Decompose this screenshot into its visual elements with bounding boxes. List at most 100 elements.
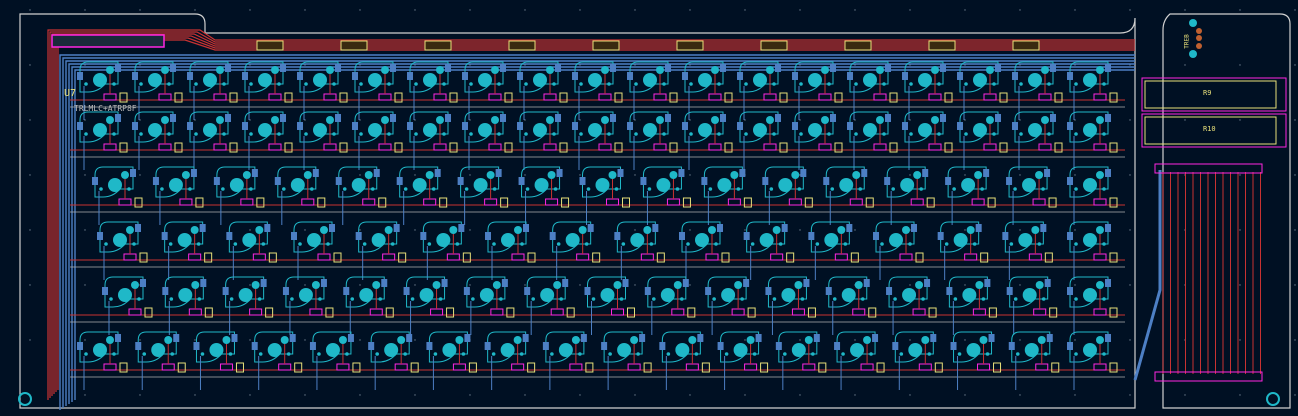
grid-dot (359, 9, 361, 11)
switch-peg-hole (559, 297, 563, 301)
diode-pad (804, 197, 813, 208)
key-switch (242, 111, 293, 170)
diode (128, 308, 142, 316)
switch-pad (213, 177, 220, 185)
diode (543, 143, 557, 151)
mcu-footprint[interactable] (51, 34, 165, 48)
switch-pin-hole (181, 171, 190, 179)
switch-pin-hole (546, 116, 554, 124)
switch-center-hole (824, 233, 839, 247)
switch-pad (555, 64, 561, 72)
diode-pad (177, 362, 186, 373)
switch-pin-hole (730, 171, 739, 179)
switch-peg-hole (799, 82, 803, 86)
diode-pad (682, 197, 691, 208)
top-connector-footprint (760, 40, 788, 51)
grid-dot (139, 119, 141, 121)
grid-dot (304, 339, 306, 341)
switch-pad (407, 72, 413, 80)
key-switch (463, 276, 515, 335)
switch-pad (352, 72, 358, 80)
diode-pad (449, 92, 458, 103)
switch-pin-hole (613, 281, 622, 289)
switch-peg-hole (345, 352, 349, 356)
switch-pad (495, 169, 502, 177)
grid-dot (964, 394, 966, 396)
switch-peg-hole (750, 242, 755, 246)
grid-dot (359, 229, 361, 231)
switch-center-hole (479, 288, 494, 302)
switch-pin-hole (436, 66, 444, 74)
switch-peg-hole (799, 132, 803, 136)
grid-dot (579, 9, 581, 11)
switch-pad (280, 64, 286, 72)
key-switch (743, 221, 795, 280)
grid-dot (744, 9, 746, 11)
key-switch (737, 111, 788, 170)
top-connector-footprint (592, 40, 620, 51)
grid-dot (854, 9, 856, 11)
switch-peg-hole (249, 82, 253, 86)
switch-pad (457, 177, 464, 185)
diode (488, 143, 502, 151)
switch-peg-hole (492, 187, 497, 191)
ribbon-connector[interactable] (1154, 163, 1263, 174)
diode-pad (687, 307, 696, 318)
key-switch (847, 111, 898, 170)
grid-dot (744, 394, 746, 396)
switch-pin-hole (449, 226, 458, 234)
switch-peg-hole (261, 242, 266, 246)
grid-dot (1019, 284, 1021, 286)
diode (118, 198, 132, 206)
front-bus-trace (53, 35, 1135, 394)
key-switch (1002, 221, 1053, 280)
diode (268, 143, 282, 151)
switch-pad (517, 72, 523, 80)
switch-pin-hole (271, 66, 279, 74)
header-pin (1196, 28, 1202, 34)
pcb-canvas[interactable] (0, 0, 1298, 416)
switch-center-hole (588, 123, 602, 137)
switch-pin-hole (863, 336, 872, 344)
switch-peg-hole (410, 297, 415, 301)
header-pin (1196, 43, 1202, 49)
grid-dot (634, 394, 636, 396)
switch-pad (937, 232, 944, 240)
switch-pad (659, 342, 666, 350)
switch-pad (225, 64, 231, 72)
diode-pad (850, 252, 859, 263)
grid-dot (304, 229, 306, 231)
diode (188, 253, 202, 261)
switch-center-hole (558, 343, 573, 357)
key-switch (601, 331, 652, 390)
switch-pad (610, 64, 616, 72)
diode (394, 363, 408, 371)
key-switch (902, 111, 953, 170)
switch-center-hole (368, 73, 382, 87)
switch-peg-hole (636, 352, 640, 356)
switch-peg-hole (84, 352, 88, 356)
switch-pin-hole (766, 66, 774, 74)
switch-peg-hole (378, 297, 383, 301)
switch-pin-hole (1096, 66, 1104, 74)
switch-pad (434, 169, 441, 177)
switch-peg-hole (797, 187, 802, 191)
key-switch (1067, 331, 1118, 390)
switch-center-hole (168, 178, 183, 192)
switch-peg-hole (497, 82, 501, 86)
key-switch (518, 166, 570, 225)
switch-pad (381, 279, 388, 287)
diode-pad (504, 142, 513, 153)
grid-dot (1294, 339, 1296, 341)
diode (873, 93, 887, 101)
diode-pad (1044, 252, 1053, 263)
switch-pin-hole (966, 226, 975, 234)
diode-pad (174, 142, 183, 153)
switch-pad (924, 279, 931, 287)
switch-peg-hole (277, 132, 281, 136)
switch-pad (193, 342, 200, 350)
diode (972, 308, 986, 316)
switch-center-hole (238, 288, 253, 302)
switch-center-hole (151, 343, 166, 357)
grid-dot (469, 229, 471, 231)
